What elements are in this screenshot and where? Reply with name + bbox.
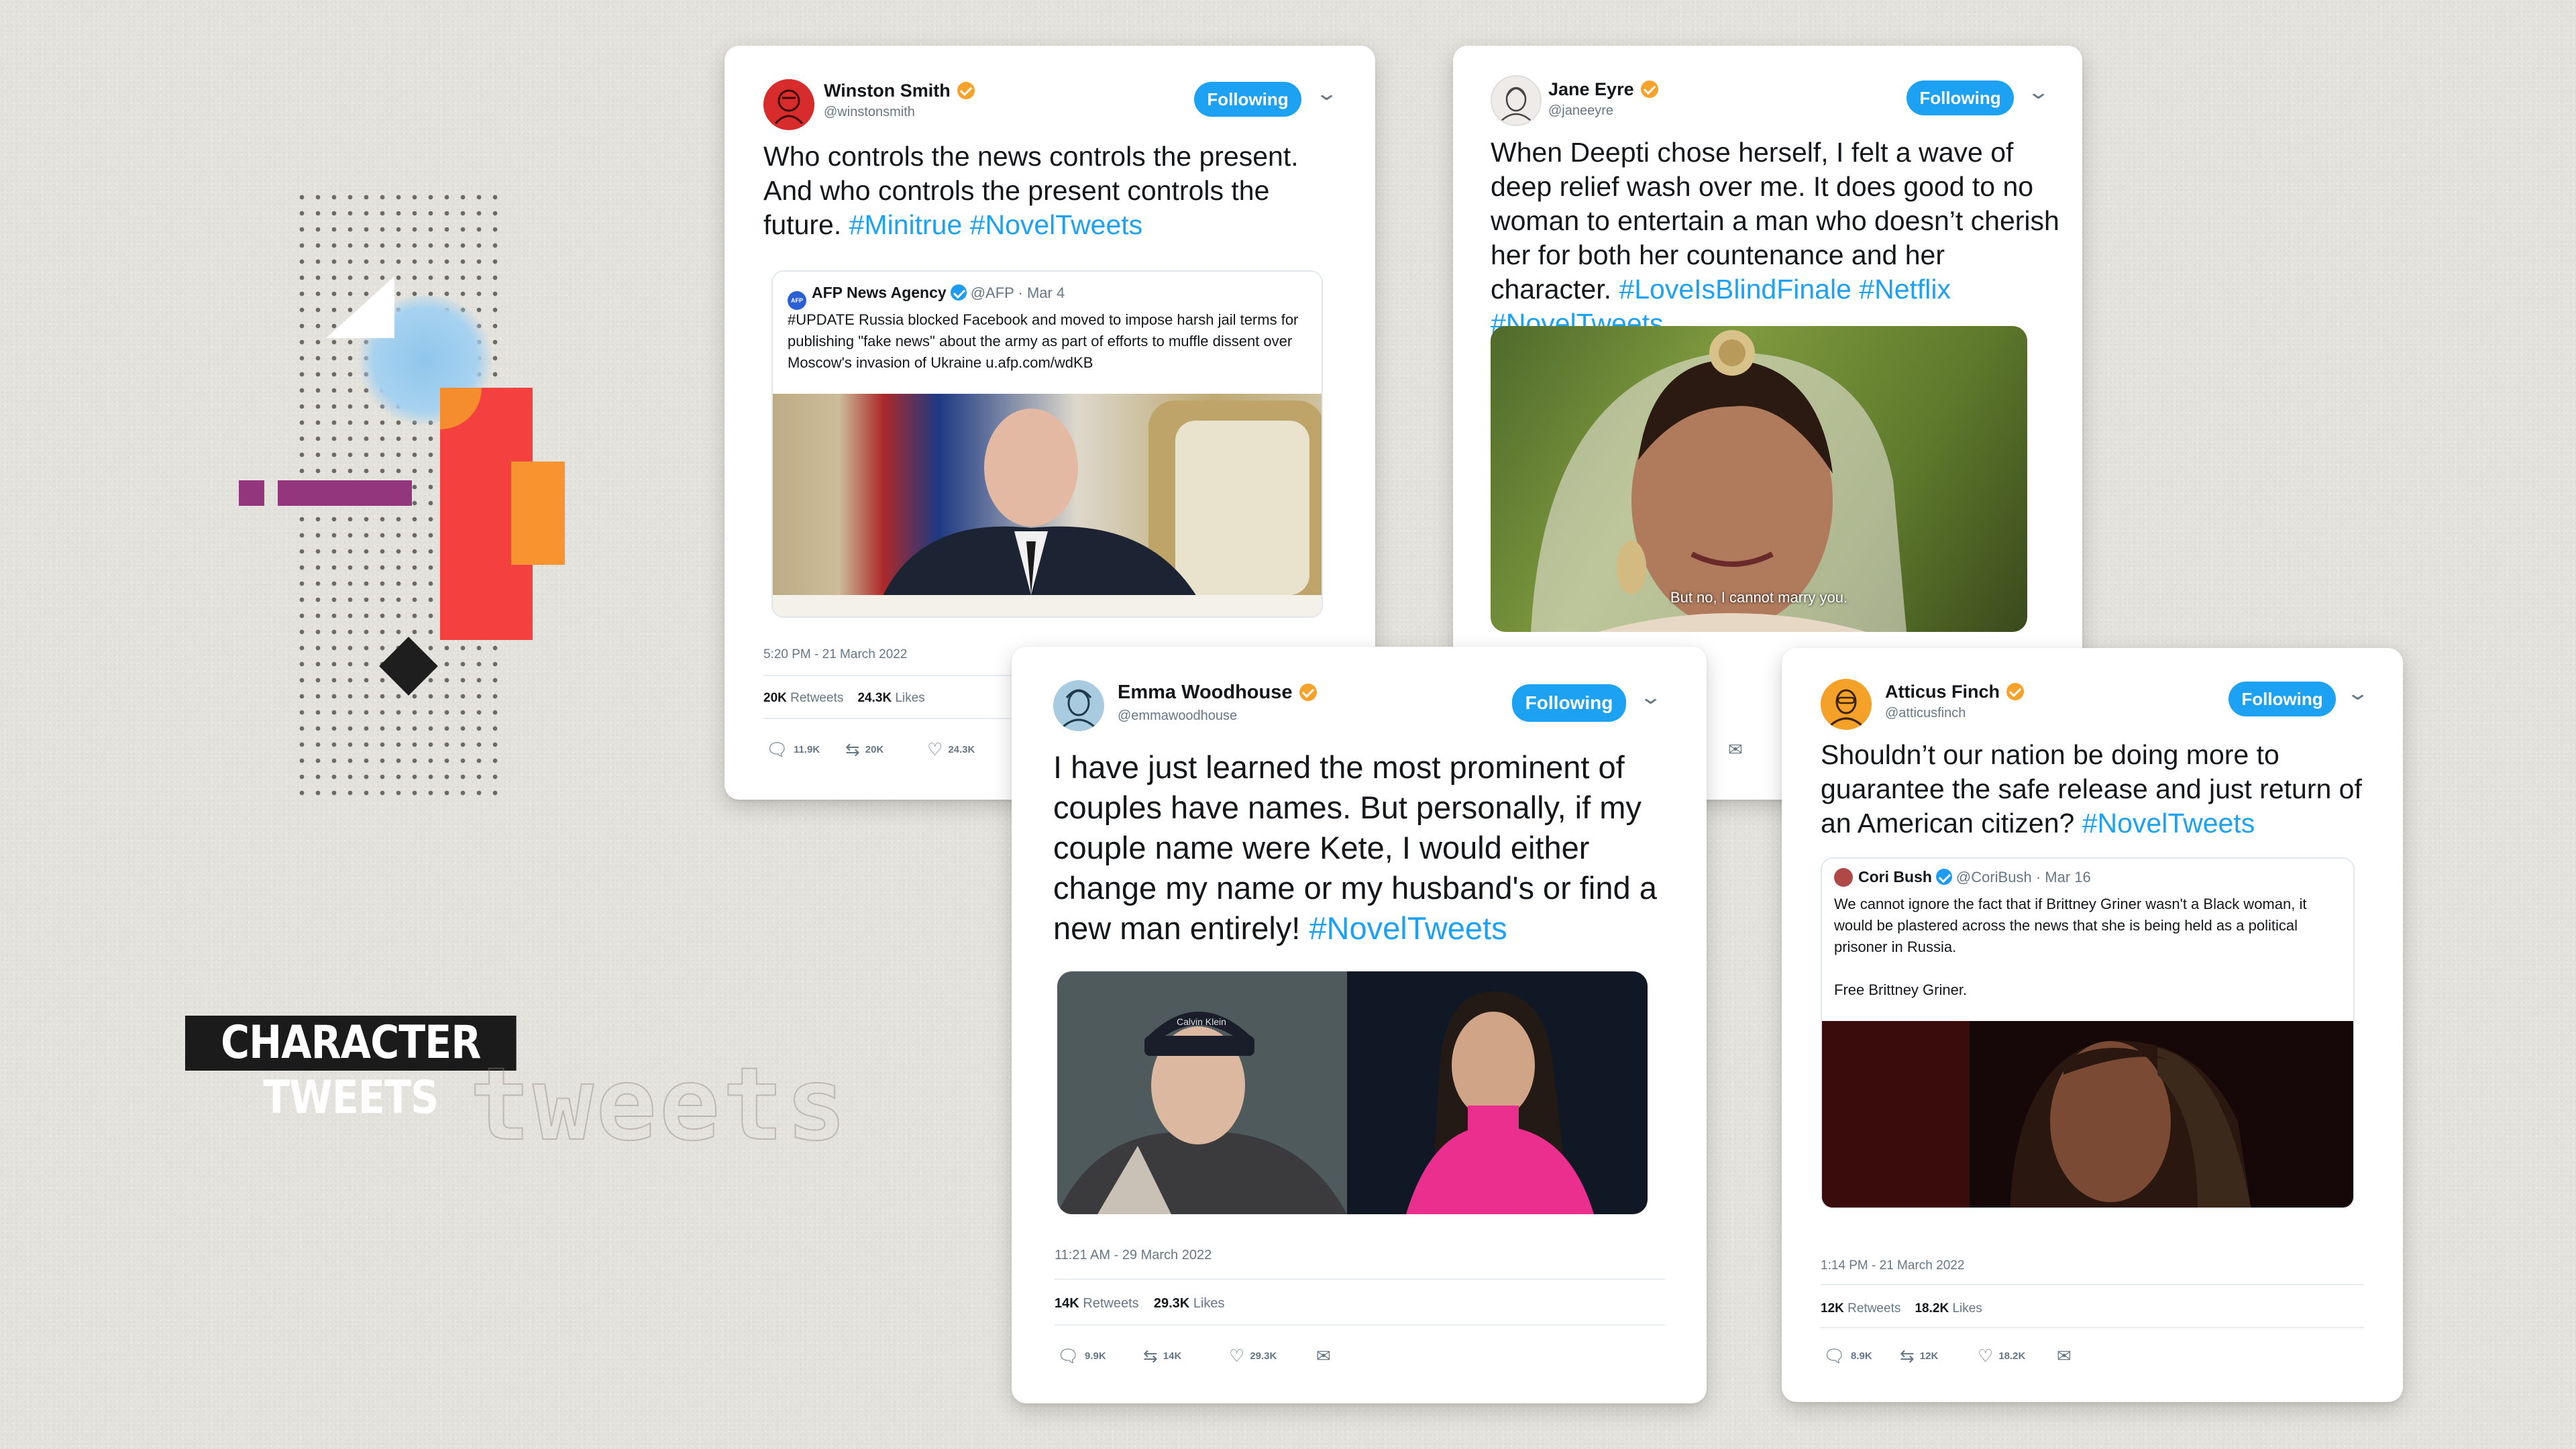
- tweet-timestamp[interactable]: 5:20 PM - 21 March 2022: [763, 647, 907, 662]
- retweet-button[interactable]: ⇆ 14K: [1143, 1346, 1229, 1366]
- avatar[interactable]: [1053, 680, 1104, 731]
- hashtags[interactable]: #NovelTweets: [1309, 910, 1507, 946]
- verified-badge-icon: [1640, 80, 1658, 98]
- following-button[interactable]: Following: [1907, 80, 2014, 115]
- avatar[interactable]: [1821, 679, 1872, 730]
- divider: [1821, 1284, 2364, 1285]
- reply-button[interactable]: 🗨︎ 9.9K: [1057, 1346, 1143, 1366]
- quote-text: #UPDATE Russia blocked Facebook and move…: [788, 311, 1299, 371]
- author-name[interactable]: Jane Eyre: [1548, 79, 1658, 100]
- like-button[interactable]: ♡ 18.2K: [1978, 1346, 2057, 1366]
- avatar[interactable]: [1491, 75, 1542, 126]
- retweet-icon: ⇆: [1143, 1346, 1158, 1366]
- quote-text: We cannot ignore the fact that if Brittn…: [1834, 896, 2307, 955]
- retweet-icon: ⇆: [1900, 1346, 1915, 1366]
- message-button[interactable]: ✉︎: [1316, 1346, 1331, 1366]
- tweet-text: Shouldn’t our nation be doing more to gu…: [1821, 739, 2362, 839]
- quote-author-handle: @AFP · Mar 4: [970, 284, 1065, 301]
- following-button[interactable]: Following: [1194, 82, 1301, 117]
- tweet-timestamp[interactable]: 11:21 AM - 29 March 2022: [1055, 1248, 1212, 1263]
- retweet-button[interactable]: ⇆ 20K: [845, 739, 927, 760]
- tweet-actions: 🗨︎ 11.9K ⇆ 20K ♡ 24.3K: [766, 739, 975, 760]
- tweet-text: I have just learned the most prominent o…: [1053, 749, 1657, 946]
- quote-author-handle: @CoriBush · Mar 16: [1955, 869, 2091, 885]
- message-icon: ✉︎: [2057, 1346, 2072, 1366]
- tweet-actions: 🗨︎ 8.9K ⇆ 12K ♡ 18.2K ✉︎: [1823, 1346, 2072, 1366]
- following-button[interactable]: Following: [1512, 684, 1626, 722]
- purple-bar-decoration: [278, 480, 412, 506]
- retweet-icon: ⇆: [845, 739, 860, 759]
- purple-square-decoration: [239, 480, 264, 506]
- chevron-down-icon[interactable]: ⌄: [1639, 686, 1662, 709]
- divider: [1055, 1324, 1665, 1326]
- message-button[interactable]: ✉︎: [2057, 1346, 2072, 1366]
- reply-icon: 🗨︎: [1823, 1346, 1846, 1366]
- tweet-text: When Deepti chose herself, I felt a wave…: [1491, 137, 2059, 339]
- afp-logo-icon: AFP: [788, 291, 806, 310]
- page-title: CHARACTER TWEETS: [185, 1016, 517, 1124]
- author-handle[interactable]: @winstonsmith: [824, 105, 915, 120]
- verified-badge-icon: [2006, 683, 2025, 700]
- verified-badge-icon: [950, 284, 967, 301]
- quote-author-name: Cori Bush: [1858, 868, 1932, 885]
- chevron-down-icon[interactable]: ⌄: [1315, 82, 1338, 105]
- tweet-timestamp[interactable]: 1:14 PM - 21 March 2022: [1821, 1258, 1964, 1273]
- heart-icon: ♡: [927, 739, 943, 759]
- tweet-photo-couple[interactable]: Calvin Klein: [1057, 971, 1648, 1214]
- verified-badge-icon: [1299, 684, 1317, 701]
- tweet-card-emma: Emma Woodhouse @emmawoodhouse Following …: [1012, 647, 1707, 1403]
- author-name[interactable]: Winston Smith: [824, 80, 975, 101]
- tweet-text: Who controls the news controls the prese…: [763, 141, 1299, 240]
- verified-badge-icon: [1935, 869, 1952, 885]
- divider: [1055, 1279, 1665, 1280]
- tweet-photo-deepti[interactable]: But no, I cannot marry you.: [1491, 326, 2027, 632]
- tweet-stats: 14K Retweets 29.3K Likes: [1055, 1296, 1225, 1311]
- quoted-tweet[interactable]: Cori Bush @CoriBush · Mar 16 We cannot ig…: [1821, 857, 2355, 1209]
- reply-button[interactable]: 🗨︎ 11.9K: [766, 739, 845, 760]
- quote-photo-griner: [1822, 1021, 2353, 1208]
- heart-icon: ♡: [1978, 1346, 1994, 1366]
- reply-icon: 🗨︎: [766, 739, 789, 759]
- like-button[interactable]: ♡ 29.3K: [1229, 1346, 1316, 1366]
- divider: [1821, 1327, 2364, 1328]
- tweet-actions: 🗨︎ 9.9K ⇆ 14K ♡ 29.3K ✉︎: [1057, 1346, 1331, 1366]
- video-caption: But no, I cannot marry you.: [1670, 589, 1848, 606]
- avatar: [1834, 868, 1853, 887]
- reply-button[interactable]: 🗨︎ 8.9K: [1823, 1346, 1900, 1366]
- like-button[interactable]: ♡ 24.3K: [927, 739, 975, 760]
- cap-logo-text: Calvin Klein: [1177, 1016, 1226, 1027]
- verified-badge-icon: [957, 82, 975, 99]
- author-handle[interactable]: @janeeyre: [1548, 103, 1613, 119]
- following-button[interactable]: Following: [2229, 682, 2336, 716]
- avatar[interactable]: [763, 79, 814, 130]
- retweet-button[interactable]: ⇆ 12K: [1900, 1346, 1978, 1366]
- author-handle[interactable]: @emmawoodhouse: [1118, 708, 1237, 724]
- quoted-tweet[interactable]: AFP AFP News Agency @AFP · Mar 4 #UPDATE R…: [771, 270, 1323, 618]
- author-name[interactable]: Emma Woodhouse: [1118, 682, 1317, 704]
- ghost-watermark-text: tweets: [469, 1046, 849, 1164]
- reply-icon: 🗨︎: [1057, 1346, 1080, 1366]
- author-handle[interactable]: @atticusfinch: [1885, 706, 1966, 721]
- author-name[interactable]: Atticus Finch: [1885, 682, 2025, 702]
- hashtags[interactable]: #Minitrue #NovelTweets: [849, 209, 1143, 240]
- message-icon[interactable]: ✉︎: [1728, 739, 1743, 760]
- message-icon: ✉︎: [1316, 1346, 1331, 1366]
- tweet-stats: 20K Retweets 24.3K Likes: [763, 691, 925, 705]
- tweet-stats: 12K Retweets 18.2K Likes: [1821, 1301, 1982, 1316]
- quote-photo-putin: [773, 394, 1322, 616]
- chevron-down-icon[interactable]: ⌄: [2346, 682, 2369, 705]
- hashtags[interactable]: #NovelTweets: [2082, 808, 2255, 839]
- chevron-down-icon[interactable]: ⌄: [2027, 80, 2050, 104]
- white-triangle-decoration: [326, 276, 394, 338]
- orange-rectangle-decoration: [511, 462, 565, 565]
- quote-text-second: Free Brittney Griner.: [1834, 981, 1968, 998]
- tweet-card-atticus: Atticus Finch @atticusfinch Following ⌄ …: [1782, 648, 2403, 1402]
- quote-author-name: AFP News Agency: [812, 284, 947, 301]
- heart-icon: ♡: [1229, 1346, 1245, 1366]
